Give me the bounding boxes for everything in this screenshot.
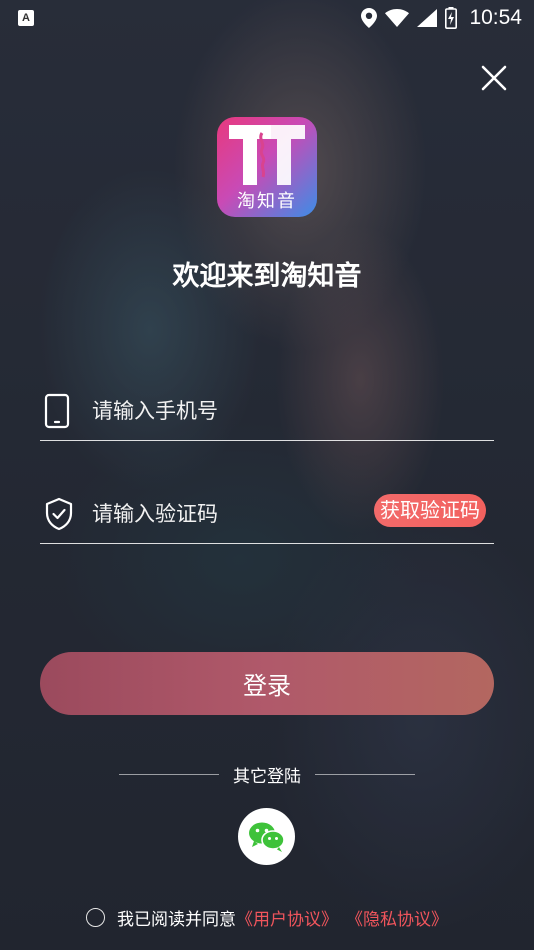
app-logo: 淘知音 <box>217 117 317 217</box>
divider-line-left <box>119 773 219 775</box>
login-button[interactable]: 登录 <box>40 652 494 715</box>
close-icon <box>481 65 507 91</box>
signal-icon <box>417 9 438 27</box>
phone-input[interactable] <box>82 390 494 431</box>
user-agreement-link[interactable]: 《用户协议》 <box>236 905 338 930</box>
privacy-agreement-link[interactable]: 《隐私协议》 <box>346 905 448 930</box>
other-login-divider: 其它登陆 <box>0 762 534 787</box>
wechat-login-button[interactable] <box>238 808 295 865</box>
battery-charging-icon <box>445 7 458 29</box>
agreement-checkbox[interactable] <box>86 907 105 927</box>
agreement-text: 我已阅读并同意 <box>117 909 236 930</box>
wifi-icon <box>385 9 410 27</box>
get-code-button[interactable]: 获取验证码 <box>374 494 486 527</box>
shield-check-icon <box>45 497 73 530</box>
logo-app-name: 淘知音 <box>237 191 297 212</box>
location-icon <box>361 8 378 28</box>
welcome-title: 欢迎来到淘知音 <box>172 261 362 292</box>
notification-a-icon: A <box>18 10 34 26</box>
wechat-icon <box>248 822 285 852</box>
other-login-label: 其它登陆 <box>233 766 301 787</box>
phone-field <box>40 381 494 441</box>
status-bar: A 10:54 <box>0 0 534 36</box>
close-button[interactable] <box>478 62 510 94</box>
status-time: 10:54 <box>469 6 522 29</box>
verification-code-field: 获取验证码 <box>40 484 494 544</box>
phone-icon <box>44 393 70 428</box>
agreement-row: 我已阅读并同意 《用户协议》 《隐私协议》 <box>0 904 534 930</box>
divider-line-right <box>315 773 415 775</box>
